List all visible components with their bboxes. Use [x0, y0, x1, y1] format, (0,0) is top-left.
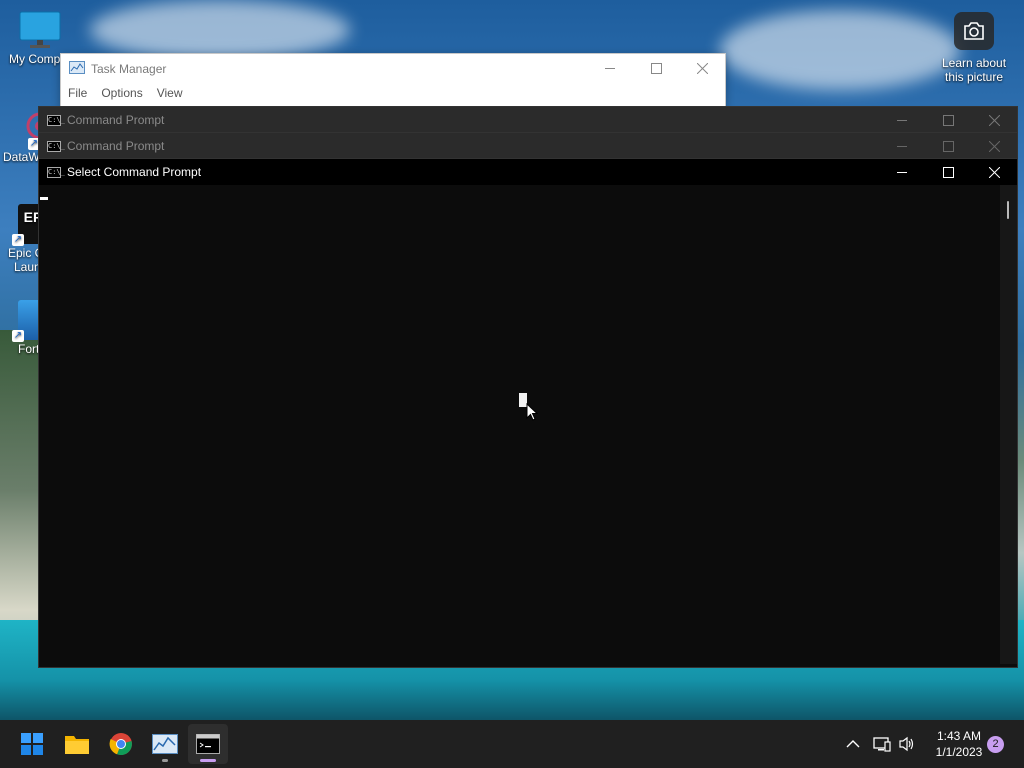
window-title: Command Prompt [67, 139, 165, 153]
mouse-pointer-icon [526, 403, 538, 421]
close-button[interactable] [971, 133, 1017, 159]
command-prompt-taskbar-button[interactable] [188, 724, 228, 764]
spotlight-line2: this picture [944, 70, 1004, 84]
minimize-icon [605, 67, 615, 69]
maximize-button[interactable] [633, 54, 679, 82]
shortcut-arrow-icon: ↗ [12, 330, 24, 342]
network-button[interactable] [873, 720, 891, 768]
learn-about-picture[interactable]: Learn about this picture [936, 12, 1012, 84]
close-icon [696, 62, 708, 74]
minimize-icon [897, 119, 907, 121]
command-prompt-icon [196, 734, 220, 754]
minimize-button[interactable] [879, 133, 925, 159]
close-icon [988, 114, 1000, 126]
text-cursor [40, 197, 48, 200]
close-button[interactable] [971, 159, 1017, 185]
maximize-icon [942, 114, 954, 126]
cmd-titlebar[interactable]: C:\_ Select Command Prompt [39, 159, 1017, 185]
show-hidden-icons-button[interactable] [846, 720, 860, 768]
chrome-icon [109, 733, 132, 756]
close-button[interactable] [971, 107, 1017, 133]
minimize-button[interactable] [879, 107, 925, 133]
command-prompt-icon: C:\_ [47, 140, 65, 152]
maximize-icon [650, 62, 662, 74]
command-prompt-icon: C:\_ [47, 166, 65, 178]
chrome-button[interactable] [101, 724, 141, 764]
notification-badge[interactable]: 2 [987, 736, 1004, 753]
chevron-up-icon [846, 740, 860, 748]
minimize-icon [897, 145, 907, 147]
task-manager-window[interactable]: Task Manager File Options View [60, 53, 726, 107]
cmd-titlebar[interactable]: C:\_ Command Prompt [39, 133, 1017, 159]
maximize-button[interactable] [925, 159, 971, 185]
task-manager-titlebar[interactable]: Task Manager [69, 61, 166, 77]
command-prompt-window-1[interactable]: C:\_ Command Prompt [38, 106, 1018, 134]
command-prompt-icon: C:\_ [47, 114, 65, 126]
maximize-icon [942, 166, 954, 178]
clock-time: 1:43 AM [936, 729, 982, 743]
minimize-icon [897, 171, 907, 173]
vertical-scrollbar[interactable] [1000, 185, 1017, 664]
maximize-button[interactable] [925, 107, 971, 133]
close-icon [988, 166, 1000, 178]
window-title: Select Command Prompt [67, 165, 202, 179]
shortcut-arrow-icon: ↗ [12, 234, 24, 246]
clock-date: 1/1/2023 [935, 745, 983, 759]
menu-view[interactable]: View [150, 84, 190, 102]
volume-icon [899, 736, 914, 752]
maximize-button[interactable] [925, 133, 971, 159]
taskbar: 1:43 AM 1/1/2023 [0, 720, 1024, 768]
active-indicator [200, 759, 216, 762]
start-icon [21, 733, 43, 755]
menu-bar: File Options View [61, 84, 190, 102]
cloud [720, 10, 960, 90]
volume-button[interactable] [898, 720, 916, 768]
task-manager-icon [152, 734, 178, 754]
command-prompt-window-2[interactable]: C:\_ Command Prompt [38, 132, 1018, 160]
menu-file[interactable]: File [61, 84, 94, 102]
window-title: Task Manager [91, 62, 167, 76]
command-prompt-window-active[interactable]: C:\_ Select Command Prompt [38, 158, 1018, 668]
task-manager-taskbar-button[interactable] [145, 724, 185, 764]
minimize-button[interactable] [879, 159, 925, 185]
maximize-icon [942, 140, 954, 152]
start-button[interactable] [12, 724, 52, 764]
menu-options[interactable]: Options [94, 84, 149, 102]
network-icon [873, 737, 891, 752]
monitor-icon [18, 10, 61, 50]
file-explorer-button[interactable] [57, 724, 97, 764]
window-title: Command Prompt [67, 113, 165, 127]
clock[interactable]: 1:43 AM 1/1/2023 [928, 728, 990, 760]
console-area[interactable] [39, 185, 1017, 664]
close-icon [988, 140, 1000, 152]
task-manager-icon [69, 61, 85, 77]
cmd-titlebar[interactable]: C:\_ Command Prompt [39, 107, 1017, 133]
minimize-button[interactable] [587, 54, 633, 82]
camera-icon [954, 12, 994, 50]
spotlight-line1: Learn about [941, 56, 1007, 70]
close-button[interactable] [679, 54, 725, 82]
file-explorer-icon [65, 736, 89, 754]
running-indicator [162, 759, 168, 762]
cloud [90, 0, 350, 60]
scrollbar-thumb[interactable] [1007, 201, 1009, 219]
